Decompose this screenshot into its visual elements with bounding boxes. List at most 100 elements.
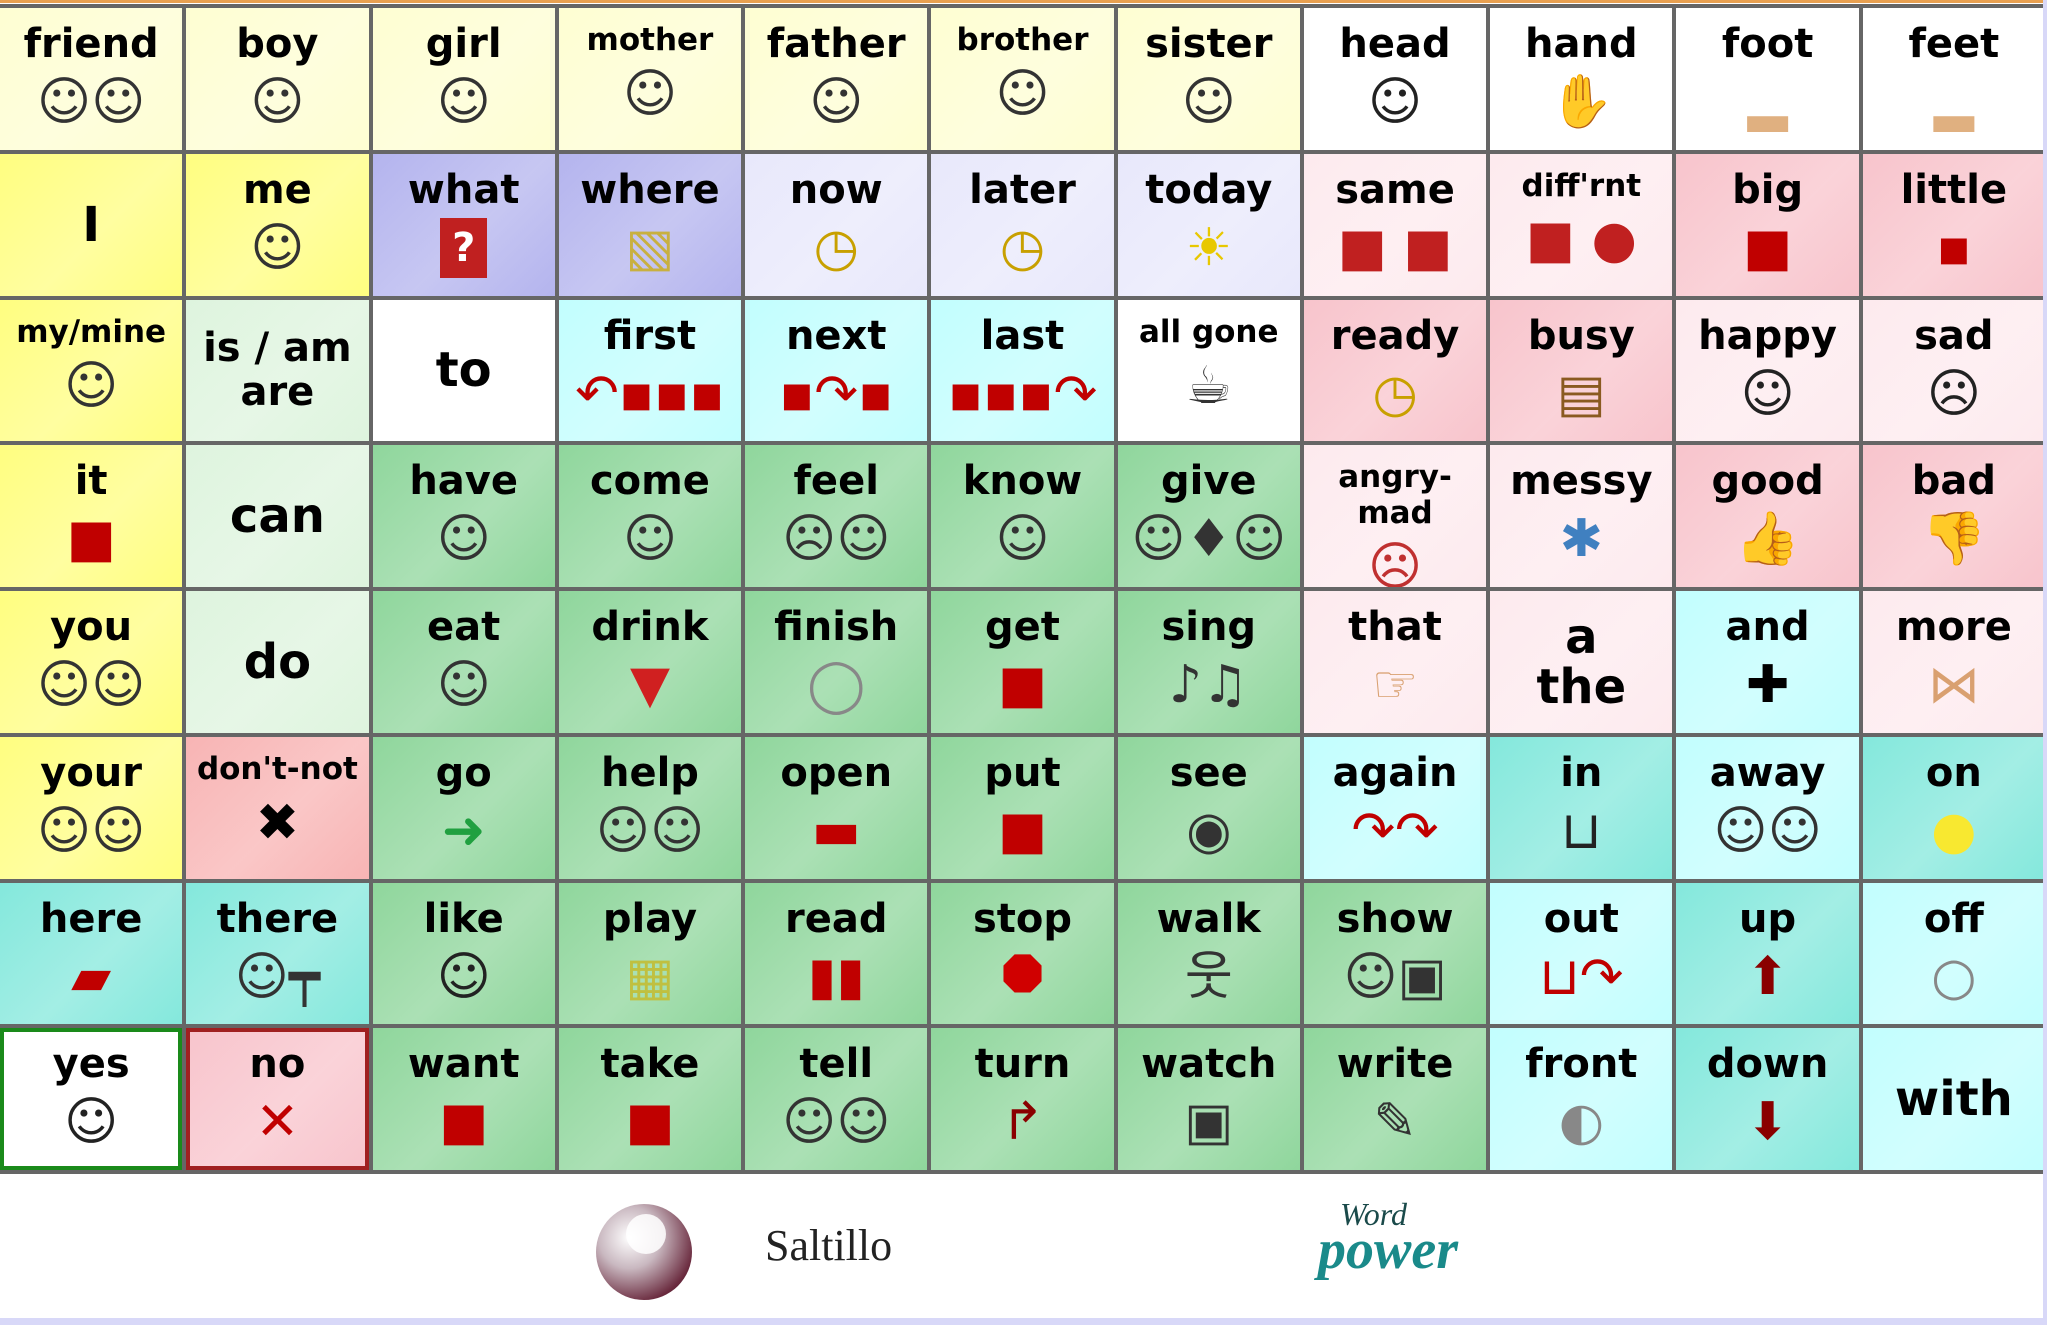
- cell-you[interactable]: you ☺☺: [0, 591, 183, 733]
- cell-out[interactable]: out ⊔↷: [1490, 882, 1673, 1025]
- cell-next[interactable]: next ▪↷▪: [745, 299, 928, 442]
- smile-icon: ☺: [1740, 363, 1795, 424]
- cube-icon: ■: [997, 800, 1048, 861]
- cell-to[interactable]: to: [372, 299, 555, 442]
- cell-father[interactable]: father ☺: [745, 8, 928, 150]
- cell-where[interactable]: where ▧: [558, 153, 742, 296]
- cell-drink[interactable]: drink ▼: [558, 591, 742, 733]
- cell-sister[interactable]: sister ☺: [1117, 8, 1300, 150]
- cell-feet[interactable]: feet ▂: [1862, 8, 2045, 150]
- cell-play[interactable]: play ▦: [558, 882, 742, 1025]
- cell-hand[interactable]: hand ✋: [1490, 8, 1673, 150]
- cell-later[interactable]: later ◷: [931, 153, 1114, 296]
- cell-what[interactable]: what?: [372, 153, 555, 296]
- cell-again[interactable]: again ↷↷: [1303, 736, 1487, 879]
- frown-icon: ☹: [1926, 363, 1981, 424]
- cell-in[interactable]: in ⊔: [1490, 736, 1673, 879]
- cell-my-mine[interactable]: my/mine ☺: [0, 299, 183, 442]
- cell-put[interactable]: put ■: [931, 736, 1114, 879]
- cell-get[interactable]: get ■: [931, 591, 1114, 733]
- cell-like[interactable]: like ☺: [372, 882, 555, 1025]
- cell-more[interactable]: more ⋈: [1862, 591, 2045, 733]
- cell-label: play: [602, 895, 698, 942]
- cell-now[interactable]: now ◷: [745, 153, 928, 296]
- cell-little[interactable]: little ▪: [1862, 153, 2045, 296]
- arrow-go-icon: ➜: [441, 800, 486, 861]
- cell-have[interactable]: have ☺: [372, 445, 555, 587]
- cell-there[interactable]: there ☺┯: [186, 882, 369, 1025]
- stop-sign-icon: ⯃: [1001, 946, 1044, 1007]
- cell-stop[interactable]: stop ⯃: [931, 882, 1114, 1025]
- cell-help[interactable]: help ☺☺: [558, 736, 742, 879]
- vocabulary-grid: friend ☺☺ boy ☺ girl ☺ mother ☺ father ☺ brother ☺ s…: [0, 4, 2045, 1174]
- cell-want[interactable]: want ■: [372, 1028, 555, 1170]
- cell-with[interactable]: with: [1862, 1028, 2045, 1170]
- cell-off[interactable]: off ○: [1862, 882, 2045, 1025]
- cell-feel[interactable]: feel ☹☺: [745, 445, 928, 587]
- cell-i[interactable]: I: [0, 153, 183, 296]
- cell-go[interactable]: go ➜: [372, 736, 555, 879]
- cell-busy[interactable]: busy ▤: [1490, 299, 1673, 442]
- cell-happy[interactable]: happy ☺: [1676, 299, 1859, 442]
- cell-me[interactable]: me ☺: [186, 153, 369, 296]
- cell-head[interactable]: head ☺: [1303, 8, 1487, 150]
- cell-your[interactable]: your ☺☺: [0, 736, 183, 879]
- cell-and[interactable]: and ✚: [1676, 591, 1859, 733]
- cell-is-am-are[interactable]: is / am are: [186, 299, 369, 442]
- cell-a-the[interactable]: a the: [1490, 591, 1673, 733]
- cell-give[interactable]: give ☺♦☺: [1117, 445, 1300, 587]
- cell-read[interactable]: read ▮▮: [745, 882, 928, 1025]
- cell-here[interactable]: here ▰: [0, 882, 183, 1025]
- cell-turn[interactable]: turn ↱: [931, 1028, 1114, 1170]
- cell-down[interactable]: down ⬇: [1676, 1028, 1859, 1170]
- cell-big[interactable]: big ■: [1676, 153, 1859, 296]
- mess-icon: ✱: [1559, 509, 1604, 570]
- cell-friend[interactable]: friend ☺☺: [0, 8, 183, 150]
- cell-it[interactable]: it ■: [0, 445, 183, 587]
- cell-boy[interactable]: boy ☺: [186, 8, 369, 150]
- cell-tell[interactable]: tell ☺☺: [745, 1028, 928, 1170]
- cell-no[interactable]: no ✕: [186, 1028, 369, 1170]
- cell-up[interactable]: up ⬆: [1676, 882, 1859, 1025]
- cell-girl[interactable]: girl ☺: [372, 8, 555, 150]
- cell-don-t-not[interactable]: don't-not ✖: [186, 736, 369, 879]
- cell-can[interactable]: can: [186, 445, 369, 587]
- arrow-right-icon: ▪▪▪↷: [947, 363, 1098, 424]
- cell-label: can: [229, 488, 325, 545]
- cell-good[interactable]: good 👍: [1676, 445, 1859, 587]
- cell-on[interactable]: on ●: [1862, 736, 2045, 879]
- cell-mother[interactable]: mother ☺: [558, 8, 742, 150]
- cell-same[interactable]: same ■ ■: [1303, 153, 1487, 296]
- cell-today[interactable]: today ☀: [1117, 153, 1300, 296]
- cell-that[interactable]: that ☞: [1303, 591, 1487, 733]
- cell-finish[interactable]: finish ◯: [745, 591, 928, 733]
- person-icon: ☺: [1181, 72, 1236, 132]
- cell-bad[interactable]: bad 👎: [1862, 445, 2045, 587]
- cell-yes[interactable]: yes ☺: [0, 1028, 183, 1170]
- cell-walk[interactable]: walk 웃: [1117, 882, 1300, 1025]
- cell-know[interactable]: know ☺: [931, 445, 1114, 587]
- cell-brother[interactable]: brother ☺: [931, 8, 1114, 150]
- cell-eat[interactable]: eat ☺: [372, 591, 555, 733]
- cell-angry-mad[interactable]: angry-mad ☹: [1303, 445, 1487, 587]
- cell-away[interactable]: away ☺☺: [1676, 736, 1859, 879]
- cell-ready[interactable]: ready ◷: [1303, 299, 1487, 442]
- cell-messy[interactable]: messy ✱: [1490, 445, 1673, 587]
- cell-diff-rnt[interactable]: diff'rnt ■ ●: [1490, 153, 1673, 296]
- cell-come[interactable]: come ☺: [558, 445, 742, 587]
- cell-sad[interactable]: sad ☹: [1862, 299, 2045, 442]
- cell-do[interactable]: do: [186, 591, 369, 733]
- cell-write[interactable]: write ✎: [1303, 1028, 1487, 1170]
- cell-last[interactable]: last ▪▪▪↷: [931, 299, 1114, 442]
- cell-foot[interactable]: foot ▂: [1676, 8, 1859, 150]
- cell-first[interactable]: first ↶▪▪▪: [558, 299, 742, 442]
- cell-sing[interactable]: sing ♪♫: [1117, 591, 1300, 733]
- cell-label: feet: [1908, 21, 2000, 67]
- cell-show[interactable]: show ☺▣: [1303, 882, 1487, 1025]
- cell-see[interactable]: see ◉: [1117, 736, 1300, 879]
- cell-open[interactable]: open ▬: [745, 736, 928, 879]
- cell-watch[interactable]: watch ▣: [1117, 1028, 1300, 1170]
- cell-take[interactable]: take ■: [558, 1028, 742, 1170]
- cell-all-gone[interactable]: all gone ☕: [1117, 299, 1300, 442]
- cell-front[interactable]: front ◐: [1490, 1028, 1673, 1170]
